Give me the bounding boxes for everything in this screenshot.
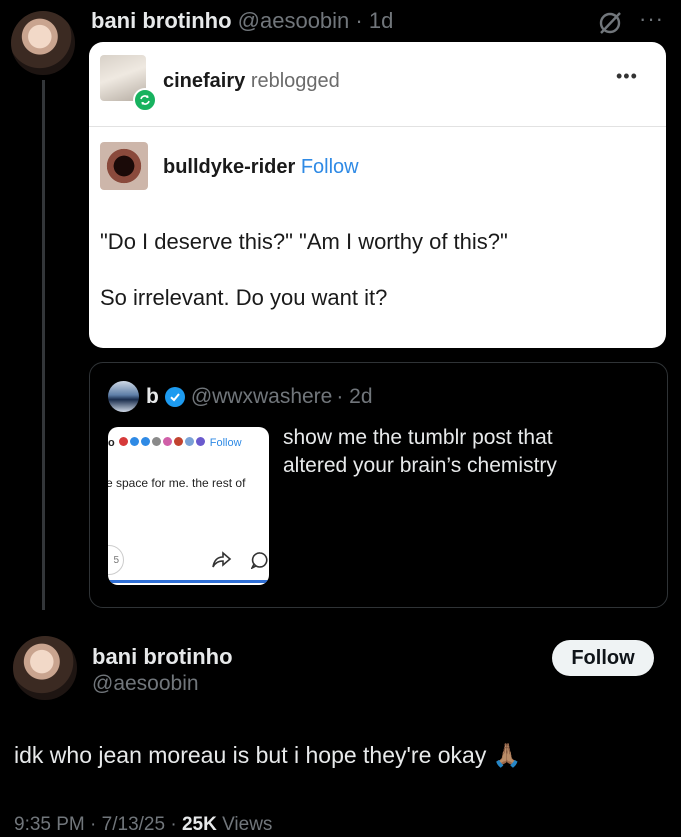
thumb-header-text: o	[108, 437, 115, 449]
quoted-age[interactable]: · 2d	[336, 385, 372, 409]
quoted-text-line1: show me the tumblr post that	[283, 426, 553, 449]
author-avatar[interactable]	[11, 11, 75, 75]
reply-avatar[interactable]	[13, 636, 77, 700]
poster-line: bulldyke-rider Follow	[163, 156, 359, 179]
verified-badge-icon	[164, 387, 185, 407]
post-meta: 9:35 PM · 7/13/25 · 25K Views	[14, 814, 272, 836]
share-icon	[212, 551, 232, 574]
thumb-emoji-row	[118, 437, 207, 449]
reply-text: idk who jean moreau is but i hope they'r…	[14, 742, 521, 769]
post-text-line1: "Do I deserve this?" "Am I worthy of thi…	[100, 229, 508, 254]
views-count[interactable]: 25K	[182, 814, 217, 835]
card-divider	[89, 126, 666, 127]
follow-button[interactable]: Follow	[552, 640, 654, 676]
grok-icon[interactable]	[597, 10, 623, 36]
quoted-text: show me the tumblr post that altered you…	[283, 424, 557, 480]
poster-name[interactable]: bulldyke-rider	[163, 156, 295, 178]
quoted-header: b @wwxwashere · 2d	[146, 385, 373, 409]
reblogger-name[interactable]: cinefairy	[163, 70, 245, 92]
thumb-follow: Follow	[209, 437, 242, 449]
thumb-counter-value: 5	[113, 554, 119, 566]
reblogged-label: reblogged	[250, 70, 340, 92]
reply-author-name[interactable]: bani brotinho	[92, 644, 233, 670]
author-handle[interactable]: @aesoobin	[238, 8, 350, 33]
author-name[interactable]: bani brotinho	[91, 8, 232, 33]
thumb-counter: 5	[108, 545, 124, 575]
post-text-line2: So irrelevant. Do you want it?	[100, 285, 388, 310]
post-date[interactable]: · 7/13/25 ·	[90, 814, 177, 835]
quoted-handle[interactable]: @wwxwashere	[191, 385, 333, 409]
tweet-header: bani brotinho @aesoobin · 1d	[91, 8, 393, 34]
thumb-body-text: e space for me. the rest of	[108, 476, 246, 490]
follow-link[interactable]: Follow	[301, 156, 359, 178]
poster-avatar	[100, 142, 148, 190]
more-options-button[interactable]: ···	[639, 6, 664, 32]
views-label: Views	[222, 814, 273, 835]
card-menu-icon[interactable]: •••	[616, 66, 638, 87]
quoted-avatar	[108, 381, 139, 412]
quoted-text-line2: altered your brain’s chemistry	[283, 454, 557, 477]
reply-text-body: idk who jean moreau is but i hope they'r…	[14, 742, 487, 768]
thumb-header: o Follow	[108, 437, 242, 449]
quoted-image-thumbnail[interactable]: o Follow e space for me. the rest of 5	[108, 427, 269, 585]
thumb-bottom-bar	[108, 580, 269, 583]
post-time[interactable]: 9:35 PM	[14, 814, 85, 835]
quoted-name[interactable]: b	[146, 385, 159, 409]
reblog-line: cinefairy reblogged	[163, 70, 340, 93]
post-age[interactable]: · 1d	[355, 8, 393, 33]
thread-line	[42, 80, 45, 610]
reply-author-handle[interactable]: @aesoobin	[92, 672, 199, 696]
reblog-icon	[133, 88, 157, 112]
tumblr-screenshot-card[interactable]: cinefairy reblogged ••• bulldyke-rider F…	[89, 42, 666, 348]
comment-icon	[250, 551, 269, 574]
praying-hands-icon: 🙏🏽	[492, 742, 522, 768]
